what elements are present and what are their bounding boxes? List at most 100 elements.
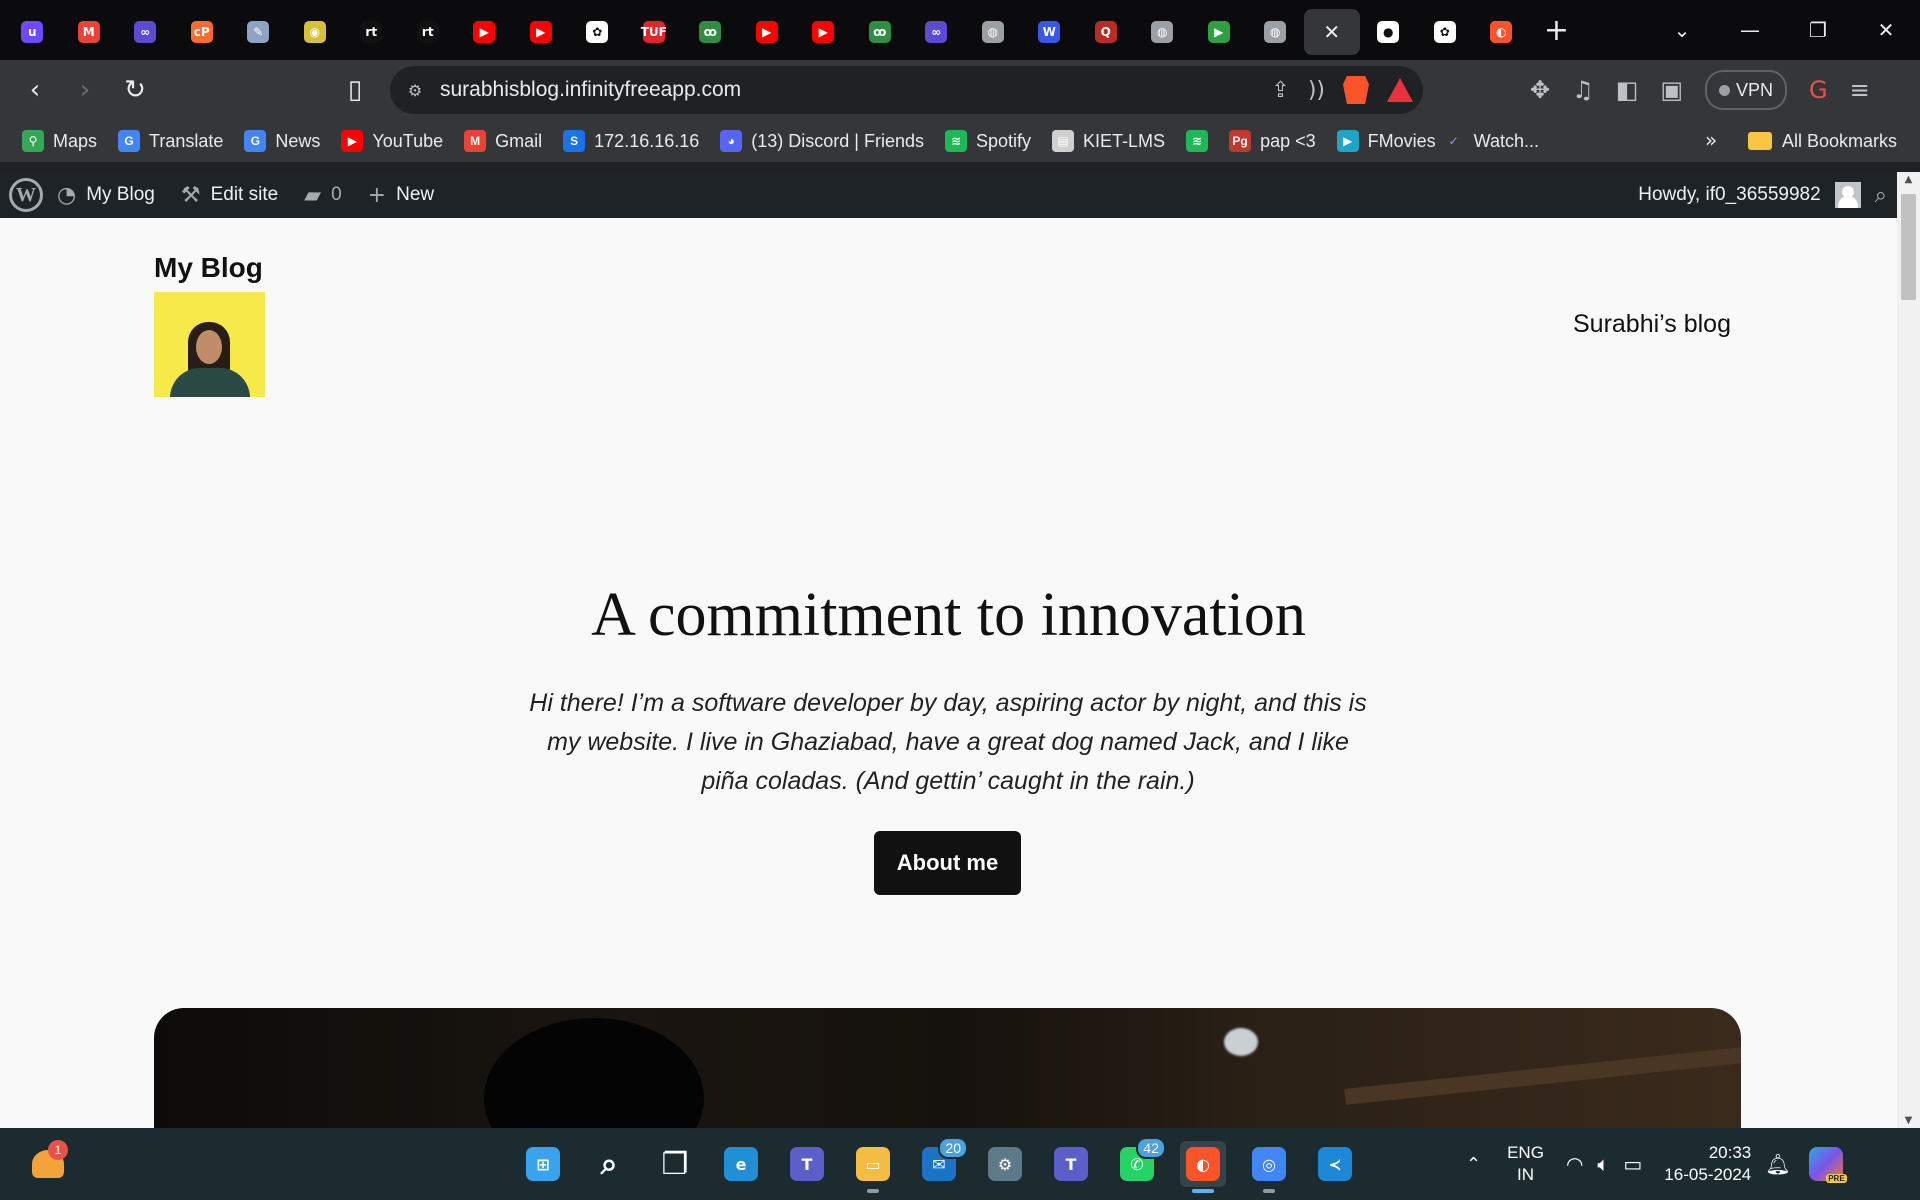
browser-tab[interactable]: rt — [400, 9, 457, 55]
bookmark-item[interactable]: ≋ Spotify — [945, 130, 1031, 152]
browser-tab[interactable]: ∞ — [908, 9, 965, 55]
bookmark-item[interactable]: G Translate — [118, 130, 223, 152]
site-logo-photo[interactable] — [154, 292, 265, 397]
close-icon[interactable]: ✕ — [1323, 20, 1340, 44]
menu-icon[interactable]: ≡ — [1850, 76, 1870, 104]
browser-tab[interactable]: ✕ — [1303, 9, 1360, 55]
notification-bell-icon[interactable]: 🔔︎ — [1765, 1152, 1790, 1176]
taskbar-app[interactable]: ❐ — [652, 1141, 698, 1187]
vpn-button[interactable]: VPN — [1705, 70, 1788, 110]
taskbar-app[interactable]: ▭ — [850, 1141, 896, 1193]
scroll-up-icon[interactable]: ▲ — [1897, 174, 1920, 185]
browser-tab[interactable]: ▶ — [739, 9, 796, 55]
sidebar-icon[interactable]: ◧ — [1616, 76, 1639, 104]
browser-tab[interactable]: rt — [343, 9, 400, 55]
bookmark-item[interactable]: ✓ Watch... — [1443, 130, 1539, 152]
reload-button[interactable]: ↻ — [110, 65, 160, 115]
restore-button[interactable]: ❐ — [1784, 18, 1852, 42]
browser-tab[interactable]: ▶ — [456, 9, 513, 55]
browser-tab[interactable]: ◍ — [1134, 9, 1191, 55]
taskbar-app[interactable]: T — [1048, 1141, 1094, 1187]
wordpress-logo-icon[interactable]: W — [9, 178, 43, 212]
bookmark-item[interactable]: ▤ KIET-LMS — [1052, 130, 1165, 152]
bookmark-item[interactable]: M Gmail — [464, 130, 542, 152]
browser-tab[interactable]: ● — [1360, 9, 1417, 55]
clock[interactable]: 20:33 16-05-2024 — [1664, 1142, 1751, 1186]
page-scrollbar[interactable]: ▲ ▼ — [1897, 172, 1920, 1128]
browser-tab[interactable]: ◍ — [965, 9, 1022, 55]
share-icon[interactable]: ⇪ — [1271, 78, 1289, 103]
taskbar-app[interactable]: T — [784, 1141, 830, 1187]
scrollbar-thumb[interactable] — [1901, 194, 1916, 300]
bookmark-item[interactable]: ◕ (13) Discord | Friends — [720, 130, 924, 152]
browser-tab[interactable]: ✿ — [569, 9, 626, 55]
wifi-icon[interactable]: ◠ — [1566, 1152, 1583, 1176]
bookmark-item[interactable]: ▶ YouTube — [341, 130, 443, 152]
address-bar[interactable]: ⚙ surabhisblog.infinityfreeapp.com ⇪ )) — [390, 66, 1423, 114]
bookmark-page-icon[interactable]: ▯ — [330, 65, 380, 115]
taskbar-app[interactable]: e — [718, 1141, 764, 1187]
browser-tab[interactable]: u — [4, 9, 61, 55]
browser-tab[interactable]: TUF — [626, 9, 683, 55]
browser-tab[interactable]: ꝏ — [852, 9, 909, 55]
nav-link-blog[interactable]: Surabhi’s blog — [1573, 310, 1731, 339]
language-indicator[interactable]: ENG IN — [1507, 1142, 1544, 1186]
copilot-icon[interactable]: PRE — [1808, 1147, 1847, 1183]
wp-search-icon[interactable]: ⌕ — [1875, 183, 1887, 208]
browser-tab[interactable]: ◐ — [1473, 9, 1530, 55]
taskbar-app[interactable]: ⚙ — [982, 1141, 1028, 1187]
taskbar-app[interactable]: ⊞ — [520, 1141, 566, 1187]
taskbar-app[interactable]: ✆ 42 — [1114, 1137, 1166, 1187]
close-window-button[interactable]: ✕ — [1852, 18, 1920, 42]
minimize-button[interactable]: — — [1716, 18, 1784, 42]
browser-tab[interactable]: ▶ — [1191, 9, 1248, 55]
all-bookmarks-button[interactable]: All Bookmarks — [1748, 120, 1897, 162]
wp-howdy[interactable]: Howdy, if0_36559982 — [1638, 184, 1820, 206]
browser-tab[interactable]: ✎ — [230, 9, 287, 55]
browser-tab[interactable]: ◍ — [1247, 9, 1304, 55]
url-text[interactable]: surabhisblog.infinityfreeapp.com — [440, 78, 741, 102]
bookmark-item[interactable]: ≋ — [1186, 130, 1209, 152]
volume-icon[interactable]: 🔈︎ — [1597, 1152, 1609, 1176]
browser-tab[interactable]: cP — [174, 9, 231, 55]
taskbar-app[interactable]: ◐ — [1180, 1141, 1226, 1193]
media-icon[interactable]: ♫ — [1572, 76, 1594, 104]
back-button[interactable]: ‹ — [10, 65, 60, 115]
browser-tab[interactable]: ▶ — [795, 9, 852, 55]
browser-tab[interactable]: ꝏ — [682, 9, 739, 55]
taskbar-app[interactable]: ◎ — [1246, 1141, 1292, 1193]
wp-comments[interactable]: ▰ 0 — [304, 183, 342, 208]
tab-search-chevron-icon[interactable]: ⌄ — [1648, 18, 1716, 42]
wallet-icon[interactable]: ▣ — [1660, 76, 1683, 104]
taskbar-app[interactable]: ≺ — [1312, 1141, 1358, 1187]
cast-icon[interactable]: )) — [1308, 78, 1325, 103]
browser-tab[interactable]: M — [61, 9, 118, 55]
bookmark-item[interactable]: G News — [244, 130, 320, 152]
battery-icon[interactable]: ▭ — [1623, 1152, 1642, 1176]
extensions-icon[interactable]: ✥ — [1530, 76, 1550, 104]
scroll-down-icon[interactable]: ▼ — [1897, 1115, 1920, 1126]
taskbar-app[interactable]: ✉ 20 — [916, 1137, 968, 1187]
weather-widget[interactable]: 1 — [28, 1140, 68, 1180]
site-title[interactable]: My Blog — [154, 252, 263, 284]
site-info-icon[interactable]: ⚙ — [390, 81, 440, 100]
brave-rewards-icon[interactable] — [1387, 78, 1413, 102]
browser-tab[interactable]: Q — [1078, 9, 1135, 55]
grammarly-icon[interactable]: G — [1809, 76, 1828, 104]
wp-edit-site[interactable]: ⚒ Edit site — [181, 183, 278, 208]
forward-button[interactable]: › — [60, 65, 110, 115]
browser-tab[interactable]: ▶ — [513, 9, 570, 55]
show-hidden-icons-icon[interactable]: ⌃ — [1466, 1154, 1481, 1175]
bookmark-item[interactable]: ▶ FMovies — [1336, 130, 1436, 152]
taskbar-app[interactable]: ⌕ — [586, 1141, 632, 1187]
new-tab-button[interactable]: + — [1534, 7, 1580, 53]
bookmark-item[interactable]: ⚲ Maps — [22, 130, 97, 152]
wp-avatar-icon[interactable] — [1834, 182, 1861, 208]
browser-tab[interactable]: ∞ — [117, 9, 174, 55]
wp-site-name[interactable]: ◔ My Blog — [57, 183, 155, 208]
browser-tab[interactable]: W — [1021, 9, 1078, 55]
brave-shields-icon[interactable] — [1343, 76, 1369, 104]
about-me-button[interactable]: About me — [874, 831, 1021, 895]
browser-tab[interactable]: ◉ — [287, 9, 344, 55]
bookmark-item[interactable]: Pg pap <3 — [1229, 130, 1316, 152]
